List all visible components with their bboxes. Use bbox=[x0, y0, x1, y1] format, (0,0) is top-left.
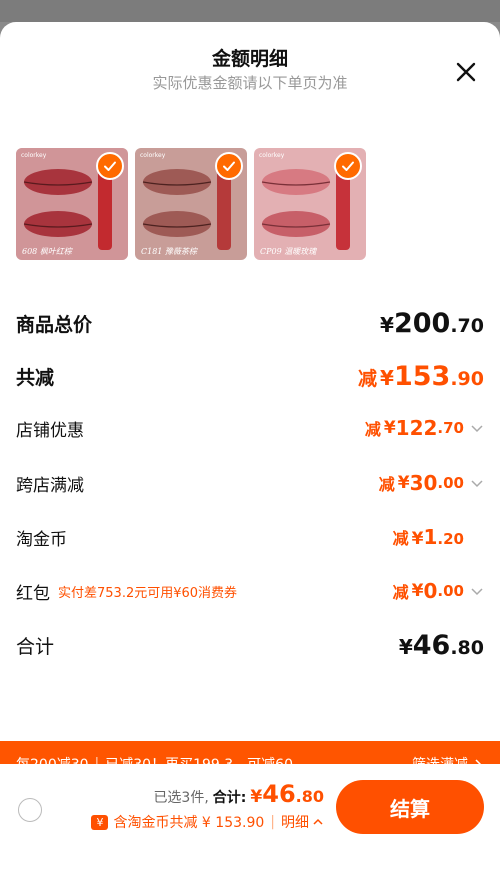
red-packet-label-group: 红包 实付差753.2元可用¥60消费券 bbox=[16, 579, 237, 604]
footer-total-dec: .80 bbox=[295, 787, 324, 806]
backdrop bbox=[0, 0, 500, 22]
coin-discount-summary[interactable]: ¥ 含淘金币共减 ¥ 153.90 | 明细 bbox=[91, 812, 324, 832]
shade-label: C181 豫薇茶棕 bbox=[141, 247, 199, 256]
row-red-packet[interactable]: 红包 实付差753.2元可用¥60消费券 减 ¥ 0 .00 bbox=[16, 576, 484, 606]
brand-text: colorkey bbox=[21, 152, 47, 159]
taojinbi-amount: 减 ¥ 1 .20 bbox=[392, 525, 464, 549]
checkout-bar: 已选3件, 合计: ¥ 46 .80 ¥ 含淘金币共减 ¥ 153.90 | 明… bbox=[0, 764, 500, 860]
coin-discount-text: 含淘金币共减 ¥ 153.90 bbox=[113, 815, 265, 831]
selected-count: 已选3件, bbox=[153, 790, 209, 806]
product-thumbnails: colorkey 608 枫叶红棕 colorkey C181 豫薇茶棕 col… bbox=[16, 148, 366, 260]
row-total-price: 商品总价 ¥ 200 .70 bbox=[16, 307, 484, 339]
row-label: 红包 bbox=[16, 583, 50, 604]
red-packet-amount: 减 ¥ 0 .00 bbox=[393, 579, 484, 603]
row-label: 共减 bbox=[16, 366, 55, 389]
brand-text: colorkey bbox=[259, 152, 285, 159]
row-label: 合计 bbox=[16, 635, 55, 658]
brand-text: colorkey bbox=[140, 152, 166, 159]
checkout-button[interactable]: 结算 bbox=[336, 780, 484, 834]
total-discount-amount: 减 ¥ 153 .90 bbox=[358, 360, 484, 392]
footer-total-int: 46 bbox=[262, 780, 296, 808]
selected-check-icon[interactable] bbox=[334, 152, 362, 180]
product-thumbnail[interactable]: colorkey CP09 温暖玫瑰 bbox=[254, 148, 366, 260]
product-thumbnail[interactable]: colorkey C181 豫薇茶棕 bbox=[135, 148, 247, 260]
row-taojinbi: 淘金币 减 ¥ 1 .20 bbox=[16, 522, 484, 552]
coin-icon: ¥ bbox=[91, 814, 109, 830]
select-all-radio[interactable] bbox=[18, 798, 42, 822]
shop-discount-amount: 减 ¥ 122 .70 bbox=[365, 416, 484, 440]
red-packet-note: 实付差753.2元可用¥60消费券 bbox=[58, 585, 238, 601]
total-label: 合计: bbox=[212, 790, 247, 806]
chevron-down-icon[interactable] bbox=[470, 421, 484, 435]
subtotal-amount: ¥ 46 .80 bbox=[398, 629, 484, 661]
row-subtotal: 合计 ¥ 46 .80 bbox=[16, 629, 484, 661]
row-label: 店铺优惠 bbox=[16, 420, 84, 441]
detail-toggle[interactable]: 明细 bbox=[281, 812, 309, 832]
row-label: 淘金币 bbox=[16, 529, 67, 550]
row-total-discount: 共减 减 ¥ 153 .90 bbox=[16, 360, 484, 392]
chevron-up-icon[interactable] bbox=[312, 816, 324, 828]
selection-summary: 已选3件, 合计: ¥ 46 .80 bbox=[153, 780, 324, 808]
selected-check-icon[interactable] bbox=[96, 152, 124, 180]
row-shop-discount[interactable]: 店铺优惠 减 ¥ 122 .70 bbox=[16, 413, 484, 443]
sheet-title: 金额明细 bbox=[211, 48, 288, 70]
chevron-down-icon[interactable] bbox=[470, 584, 484, 598]
row-cross-store[interactable]: 跨店满减 减 ¥ 30 .00 bbox=[16, 468, 484, 498]
shade-label: 608 枫叶红棕 bbox=[22, 247, 74, 256]
sheet-subtitle: 实际优惠金额请以下单页为准 bbox=[152, 74, 348, 92]
chevron-down-icon[interactable] bbox=[470, 476, 484, 490]
row-label: 商品总价 bbox=[16, 313, 93, 336]
product-thumbnail[interactable]: colorkey 608 枫叶红棕 bbox=[16, 148, 128, 260]
close-icon[interactable] bbox=[454, 60, 478, 84]
selected-check-icon[interactable] bbox=[215, 152, 243, 180]
row-label: 跨店满减 bbox=[16, 475, 84, 496]
shade-label: CP09 温暖玫瑰 bbox=[260, 247, 317, 256]
cross-store-amount: 减 ¥ 30 .00 bbox=[379, 471, 484, 495]
total-price-amount: ¥ 200 .70 bbox=[380, 307, 484, 339]
amount-detail-sheet: 金额明细 实际优惠金额请以下单页为准 colorkey 608 枫叶红棕 col… bbox=[0, 22, 500, 882]
